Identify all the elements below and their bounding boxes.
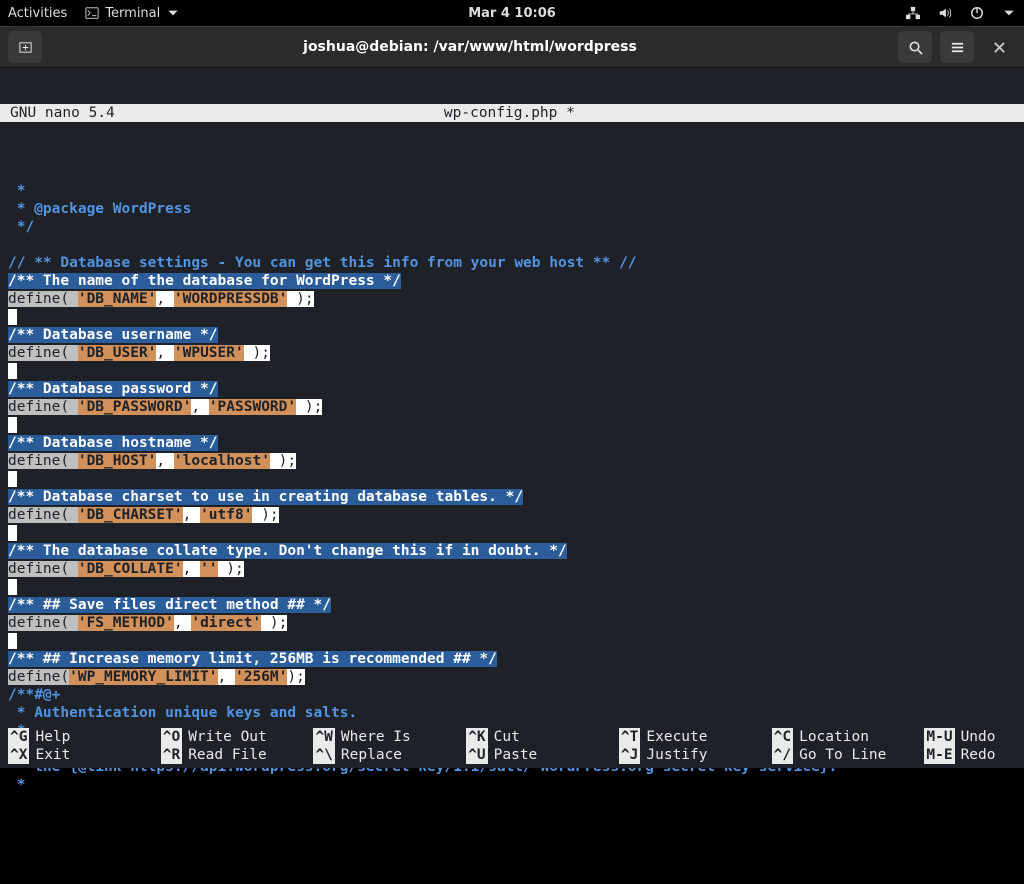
terminal-app-menu[interactable]: Terminal xyxy=(85,6,180,21)
terminal-menu-label: Terminal xyxy=(105,6,160,21)
code-line: // ** Database settings - You can get th… xyxy=(8,255,637,271)
gnome-topbar: Activities Terminal Mar 4 10:06 xyxy=(0,0,1024,26)
help-item: ^GHelp xyxy=(8,728,161,746)
nano-app-name: GNU nano 5.4 xyxy=(0,104,115,122)
code-line: /**#@+ xyxy=(8,687,60,703)
help-item: ^TExecute xyxy=(619,728,772,746)
terminal-icon xyxy=(85,6,99,20)
code-line: * Authentication unique keys and salts. xyxy=(8,705,357,721)
help-item: ^/Go To Line xyxy=(772,746,925,764)
help-item: ^KCut xyxy=(466,728,619,746)
volume-icon xyxy=(938,6,952,20)
code-line: * @package WordPress xyxy=(8,201,191,217)
code-line: * xyxy=(8,183,25,199)
help-item: ^OWrite Out xyxy=(161,728,314,746)
terminal-area[interactable]: GNU nano 5.4 wp-config.php * * * @packag… xyxy=(0,68,1024,768)
nano-statusline: GNU nano 5.4 wp-config.php * xyxy=(0,104,1024,122)
hamburger-menu-button[interactable] xyxy=(940,31,974,63)
chevron-down-icon xyxy=(1002,6,1016,20)
help-item: ^WWhere Is xyxy=(313,728,466,746)
search-button[interactable] xyxy=(898,31,932,63)
code-line: */ xyxy=(8,219,34,235)
new-tab-button[interactable] xyxy=(8,31,42,63)
help-item: ^\Replace xyxy=(313,746,466,764)
chevron-down-icon xyxy=(166,6,180,20)
power-icon xyxy=(970,6,984,20)
help-item: M-ERedo xyxy=(924,746,1016,764)
hamburger-icon xyxy=(950,40,965,55)
system-status-area[interactable] xyxy=(906,6,1016,20)
help-item: M-UUndo xyxy=(924,728,1016,746)
window-title: joshua@debian: /var/www/html/wordpress xyxy=(303,39,637,55)
help-item: ^CLocation xyxy=(772,728,925,746)
help-item: ^RRead File xyxy=(161,746,314,764)
help-item: ^UPaste xyxy=(466,746,619,764)
code-line: * xyxy=(8,777,25,793)
close-icon xyxy=(993,41,1006,54)
help-item: ^XExit xyxy=(8,746,161,764)
close-button[interactable] xyxy=(982,31,1016,63)
new-tab-icon xyxy=(18,40,33,55)
nano-help-bar: ^GHelp ^OWrite Out ^WWhere Is ^KCut ^TEx… xyxy=(0,728,1024,768)
window-titlebar: joshua@debian: /var/www/html/wordpress xyxy=(0,26,1024,68)
search-icon xyxy=(908,40,923,55)
nano-filename: wp-config.php * xyxy=(115,104,904,122)
help-item: ^JJustify xyxy=(619,746,772,764)
activities-button[interactable]: Activities xyxy=(8,6,67,21)
network-icon xyxy=(906,6,920,20)
